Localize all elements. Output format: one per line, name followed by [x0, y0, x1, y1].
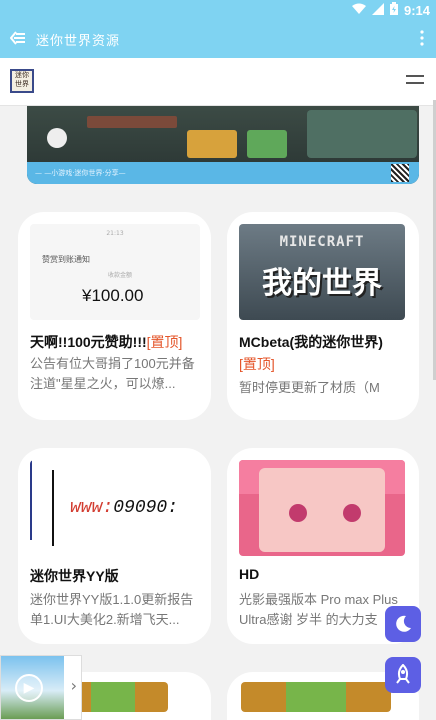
pinned-badge: [置顶]: [146, 334, 183, 350]
card-thumbnail: 21:13 赞赏到账通知 收款金额 ¥100.00: [30, 224, 200, 320]
card-thumbnail: MINECRAFT 我的世界: [239, 224, 405, 320]
card-thumbnail: [239, 460, 405, 556]
battery-icon: [389, 2, 398, 18]
hamburger-icon[interactable]: [406, 75, 424, 89]
card-title: HD: [239, 566, 260, 582]
chevron-right-icon[interactable]: ›: [71, 676, 77, 695]
app-title: 迷你世界资源: [36, 33, 121, 49]
thumb-url: www:09090:: [70, 498, 179, 518]
receipt-notice: 赞赏到账通知: [42, 255, 90, 264]
more-vertical-icon[interactable]: [420, 30, 424, 49]
card-title: MCbeta(我的迷你世界): [239, 334, 383, 350]
receipt-amount: ¥100.00: [82, 286, 144, 305]
post-card-yy[interactable]: www:09090: 迷你世界YY版 迷你世界YY版1.1.0更新报告单1.UI…: [18, 448, 211, 644]
card-description: 暂时停更更新了材质（M: [239, 380, 380, 395]
pinned-badge: [置顶]: [239, 356, 275, 372]
receipt-time: 21:13: [106, 230, 124, 237]
site-logo[interactable]: 迷你世界: [10, 69, 34, 93]
card-thumbnail: www:09090:: [30, 460, 200, 556]
thumb-logo: MINECRAFT: [279, 234, 365, 250]
receipt-collect: 收款金额: [108, 272, 133, 279]
card-description: 光影最强版本 Pro max Plus Ultra感谢 岁半 的大力支: [239, 592, 398, 627]
post-card-sponsor[interactable]: 21:13 赞赏到账通知 收款金额 ¥100.00 天啊!!100元赞助!!![…: [18, 212, 211, 420]
thumb-title: 我的世界: [262, 266, 382, 301]
moon-icon[interactable]: [385, 606, 421, 642]
chat-bubble-icon: [47, 128, 67, 148]
banner-caption-bar: — —小游戏·迷你世界·分享—: [27, 162, 419, 184]
play-icon[interactable]: ▶: [15, 674, 43, 702]
status-time: 9:14: [403, 2, 430, 18]
rocket-icon[interactable]: [385, 657, 421, 693]
logo-text: 迷你世界: [15, 71, 29, 88]
card-description: 迷你世界YY版1.1.0更新报告单1.UI大美化2.新增飞天...: [30, 592, 194, 627]
status-icons: 9:14: [351, 2, 430, 18]
card-title: 天啊!!100元赞助!!![置顶]: [30, 334, 183, 350]
mini-player[interactable]: ▶ ›: [0, 655, 82, 720]
banner-image[interactable]: — —小游戏·迷你世界·分享—: [27, 106, 419, 184]
card-description: 公告有位大哥捐了100元并备注道"星星之火，可以燎...: [30, 356, 195, 391]
qr-code-icon: [391, 164, 409, 182]
site-header: 迷你世界: [0, 58, 436, 106]
card-title: 迷你世界YY版: [30, 568, 119, 584]
wifi-icon: [351, 3, 366, 18]
signal-icon: [371, 2, 384, 18]
banner-caption: — —小游戏·迷你世界·分享—: [35, 169, 126, 177]
back-menu-icon[interactable]: [0, 30, 36, 49]
status-bar: 9:14: [0, 0, 436, 20]
app-bar: 迷你世界资源: [0, 20, 436, 58]
post-card-mcbeta[interactable]: MINECRAFT 我的世界 MCbeta(我的迷你世界) [置顶] 暂时停更更…: [227, 212, 419, 420]
